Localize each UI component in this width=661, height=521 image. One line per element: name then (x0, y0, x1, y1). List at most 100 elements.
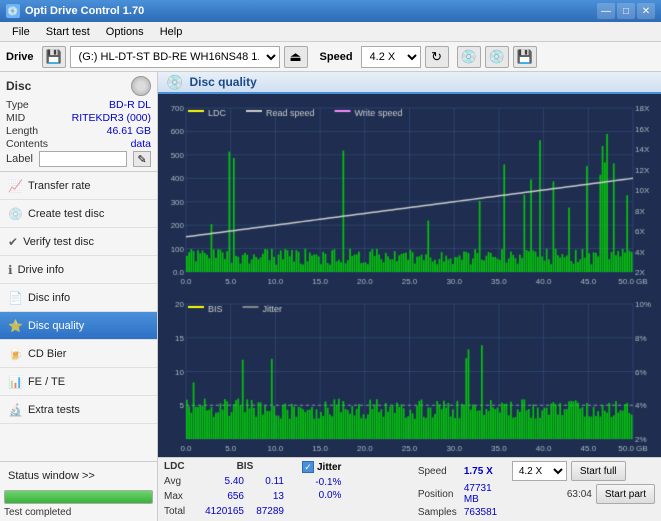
panel-header: 💿 Disc quality (158, 72, 661, 94)
speed-label: Speed (320, 51, 353, 63)
disc-info-icon: 📄 (8, 291, 23, 305)
nav-transfer-rate-label: Transfer rate (28, 180, 91, 192)
content-panel: 💿 Disc quality LDC BIS Avg 5.40 0.11 (158, 72, 661, 521)
type-label: Type (6, 99, 29, 111)
speed-select2[interactable]: 4.2 X (512, 461, 567, 481)
fe-te-icon: 📊 (8, 375, 23, 389)
nav-extra-tests[interactable]: 🔬 Extra tests (0, 396, 157, 424)
speed-select[interactable]: 4.2 X (361, 46, 421, 68)
minimize-button[interactable]: — (597, 3, 615, 19)
create-disc-icon: 💿 (8, 207, 23, 221)
nav-transfer-rate[interactable]: 📈 Transfer rate (0, 172, 157, 200)
title-bar: 💿 Opti Drive Control 1.70 — □ ✕ (0, 0, 661, 22)
max-ldc: 656 (196, 491, 244, 502)
disc-quality-icon: ⭐ (8, 319, 23, 333)
max-jitter: 0.0% (302, 490, 341, 501)
nav-create-disc-label: Create test disc (28, 208, 104, 220)
nav-create-test-disc[interactable]: 💿 Create test disc (0, 200, 157, 228)
samples-label: Samples (418, 507, 460, 518)
verify-icon: ✔ (8, 235, 18, 249)
avg-label: Avg (164, 476, 192, 487)
length-value: 46.61 GB (107, 125, 151, 137)
start-full-btn[interactable]: Start full (571, 461, 626, 481)
speed-stat-val: 1.75 X (464, 466, 508, 477)
status-window-btn[interactable]: Status window >> (0, 464, 157, 488)
jitter-checkbox[interactable]: ✓ (302, 461, 314, 473)
menu-bar: File Start test Options Help (0, 22, 661, 42)
mid-value: RITEKDR3 (000) (72, 112, 151, 124)
jitter-header: Jitter (317, 462, 341, 473)
samples-val: 763581 (464, 507, 508, 518)
avg-ldc: 5.40 (196, 476, 244, 487)
transfer-rate-icon: 📈 (8, 179, 23, 193)
nav-cd-bier[interactable]: 🍺 CD Bier (0, 340, 157, 368)
extra-tests-icon: 🔬 (8, 403, 23, 417)
refresh-btn[interactable]: ↻ (425, 46, 449, 68)
drive-info-icon: ℹ (8, 263, 13, 277)
contents-value: data (131, 138, 151, 150)
nav-extra-tests-label: Extra tests (28, 404, 80, 416)
progress-bar-fill (5, 491, 152, 503)
panel-header-icon: 💿 (166, 74, 183, 91)
menu-start-test[interactable]: Start test (38, 24, 98, 40)
main-content: Disc Type BD-R DL MID RITEKDR3 (000) Len… (0, 72, 661, 521)
ldc-header: LDC (164, 461, 185, 472)
menu-file[interactable]: File (4, 24, 38, 40)
type-value: BD-R DL (109, 99, 151, 111)
nav-fe-te-label: FE / TE (28, 376, 65, 388)
menu-help[interactable]: Help (152, 24, 191, 40)
window-controls: — □ ✕ (597, 3, 655, 19)
nav-cd-bier-label: CD Bier (28, 348, 67, 360)
max-bis: 13 (248, 491, 284, 502)
mid-label: MID (6, 112, 25, 124)
eject-btn[interactable]: ⏏ (284, 46, 308, 68)
label-key: Label (6, 153, 33, 165)
jitter-col: ✓ Jitter -0.1% 0.0% (302, 461, 341, 501)
disc-title: Disc (6, 79, 31, 93)
total-bis: 87289 (248, 506, 284, 517)
close-button[interactable]: ✕ (637, 3, 655, 19)
bis-header: BIS (237, 461, 254, 472)
nav-drive-info[interactable]: ℹ Drive info (0, 256, 157, 284)
cd-bier-icon: 🍺 (8, 347, 23, 361)
length-label: Length (6, 125, 38, 137)
nav-fe-te[interactable]: 📊 FE / TE (0, 368, 157, 396)
position-label: Position (418, 489, 460, 500)
status-section: Status window >> Test completed (0, 461, 157, 521)
toolbar: Drive 💾 (G:) HL-DT-ST BD-RE WH16NS48 1.D… (0, 42, 661, 72)
max-label: Max (164, 491, 192, 502)
total-label: Total (164, 506, 192, 517)
avg-bis: 0.11 (248, 476, 284, 487)
nav-disc-quality-label: Disc quality (28, 320, 84, 332)
label-input[interactable] (39, 151, 127, 167)
stats-bar: LDC BIS Avg 5.40 0.11 Max 656 13 Total 4… (158, 457, 661, 521)
app-title: Opti Drive Control 1.70 (25, 5, 597, 17)
drive-select[interactable]: (G:) HL-DT-ST BD-RE WH16NS48 1.D3 (70, 46, 280, 68)
maximize-button[interactable]: □ (617, 3, 635, 19)
nav-verify-test-disc[interactable]: ✔ Verify test disc (0, 228, 157, 256)
disc2-btn[interactable]: 💿 (485, 46, 509, 68)
chart-area (158, 94, 661, 457)
nav-disc-info[interactable]: 📄 Disc info (0, 284, 157, 312)
sidebar: Disc Type BD-R DL MID RITEKDR3 (000) Len… (0, 72, 158, 521)
label-edit-btn[interactable]: ✎ (133, 151, 151, 167)
progress-bar (4, 490, 153, 504)
app-icon: 💿 (6, 4, 20, 18)
cd-btn[interactable]: 💿 (457, 46, 481, 68)
save-btn[interactable]: 💾 (513, 46, 537, 68)
ldc-chart (158, 94, 661, 290)
nav-drive-info-label: Drive info (18, 264, 64, 276)
disc-graphic (131, 76, 151, 96)
position-val: 47731 MB (464, 483, 508, 505)
status-window-label: Status window >> (8, 470, 95, 482)
disc-panel: Disc Type BD-R DL MID RITEKDR3 (000) Len… (0, 72, 157, 172)
bis-jitter-chart (158, 290, 661, 457)
speed-position-col: Speed 1.75 X 4.2 X Start full Position 4… (418, 461, 655, 518)
contents-label: Contents (6, 138, 48, 150)
start-part-btn[interactable]: Start part (596, 484, 655, 504)
total-ldc: 4120165 (196, 506, 244, 517)
nav-disc-quality[interactable]: ⭐ Disc quality (0, 312, 157, 340)
drive-icon-btn[interactable]: 💾 (42, 46, 66, 68)
panel-title: Disc quality (189, 75, 256, 89)
menu-options[interactable]: Options (98, 24, 152, 40)
